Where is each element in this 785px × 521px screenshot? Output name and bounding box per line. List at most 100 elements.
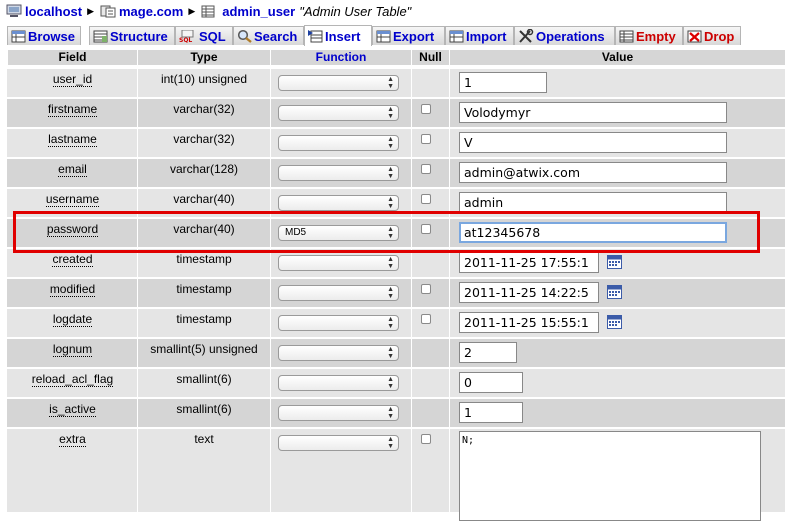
null-checkbox[interactable] (421, 194, 431, 204)
column-header-function[interactable]: Function (271, 50, 411, 65)
function-select[interactable]: ▲ ▼ (278, 255, 399, 271)
browse-icon (11, 30, 26, 42)
server-icon (6, 4, 22, 17)
tab-label: Operations (536, 28, 605, 44)
value-input[interactable]: admin (459, 192, 727, 213)
function-select[interactable]: ▲ ▼ (278, 375, 399, 391)
value-input[interactable]: 1 (459, 72, 547, 93)
export-icon (376, 30, 391, 42)
field-type: int(10) unsigned (160, 72, 248, 86)
tab-import[interactable]: Import (445, 26, 514, 45)
function-select[interactable]: MD5 ▲ ▼ (278, 225, 399, 241)
field-type: timestamp (176, 282, 232, 296)
value-input[interactable]: 0 (459, 372, 523, 393)
breadcrumb-table-link[interactable]: admin_user (222, 4, 295, 19)
import-icon (449, 30, 464, 42)
field-type: varchar(40) (173, 222, 235, 236)
breadcrumb-server-link[interactable]: localhost (25, 4, 82, 19)
table-icon (201, 5, 215, 17)
value-input[interactable]: V (459, 132, 727, 153)
tab-label: Export (393, 28, 435, 44)
table-row: reload_acl_flag smallint(6) ▲ ▼ 0 (7, 369, 785, 397)
search-icon (237, 29, 252, 43)
null-checkbox[interactable] (421, 224, 431, 234)
table-row: firstname varchar(32) ▲ ▼ Volodymyr (7, 99, 785, 127)
field-name: extra (59, 432, 86, 447)
chevron-up-down-icon: ▲ ▼ (387, 346, 394, 360)
tab-empty[interactable]: Empty (615, 26, 683, 45)
value-input[interactable]: 2011-11-25 17:55:1 (459, 252, 599, 273)
field-type: timestamp (176, 312, 232, 326)
function-select[interactable]: ▲ ▼ (278, 285, 399, 301)
tab-export[interactable]: Export (372, 26, 445, 45)
column-divider (411, 50, 412, 512)
column-divider (137, 50, 138, 512)
tab-browse[interactable]: Browse (7, 26, 81, 45)
column-divider (449, 50, 450, 512)
drop-icon (687, 30, 702, 42)
tab-drop[interactable]: Drop (683, 26, 741, 45)
chevron-up-down-icon: ▲ ▼ (387, 256, 394, 270)
chevron-up-down-icon: ▲ ▼ (387, 106, 394, 120)
function-select[interactable]: ▲ ▼ (278, 75, 399, 91)
null-checkbox[interactable] (421, 284, 431, 294)
null-checkbox[interactable] (421, 314, 431, 324)
value-textarea[interactable]: N; (459, 431, 761, 521)
function-select[interactable]: ▲ ▼ (278, 105, 399, 121)
empty-icon (619, 30, 634, 42)
value-input[interactable]: at12345678 (459, 222, 727, 243)
null-checkbox[interactable] (421, 164, 431, 174)
value-input[interactable]: admin@atwix.com (459, 162, 727, 183)
calendar-icon[interactable] (607, 315, 622, 329)
function-select[interactable]: ▲ ▼ (278, 315, 399, 331)
chevron-up-down-icon: ▲ ▼ (387, 196, 394, 210)
column-header-type: Type (138, 50, 270, 65)
tab-structure[interactable]: Structure (89, 26, 175, 45)
operations-icon (519, 29, 534, 43)
function-select[interactable]: ▲ ▼ (278, 195, 399, 211)
tab-label: SQL (199, 28, 226, 44)
tab-label: Insert (325, 28, 361, 44)
breadcrumb-database-link[interactable]: mage.com (119, 4, 183, 19)
table-row: password varchar(40) MD5 ▲ ▼ at12345678 (7, 219, 785, 247)
tab-label: Empty (636, 28, 676, 44)
table-row: is_active smallint(6) ▲ ▼ 1 (7, 399, 785, 427)
table-row: user_id int(10) unsigned ▲ ▼ 1 (7, 69, 785, 97)
null-checkbox[interactable] (421, 104, 431, 114)
chevron-up-down-icon: ▲ ▼ (387, 76, 394, 90)
table-row: lognum smallint(5) unsigned ▲ ▼ 2 (7, 339, 785, 367)
null-checkbox[interactable] (421, 134, 431, 144)
field-name: is_active (49, 402, 96, 417)
value-input[interactable]: 1 (459, 402, 523, 423)
function-select[interactable]: ▲ ▼ (278, 345, 399, 361)
tab-label: Import (466, 28, 507, 44)
calendar-icon[interactable] (607, 255, 622, 269)
value-input[interactable]: Volodymyr (459, 102, 727, 123)
field-name: logdate (52, 312, 93, 327)
field-name: modified (49, 282, 96, 297)
tab-sql[interactable]: SQL SQL (175, 26, 233, 45)
tab-label: Browse (28, 28, 75, 44)
column-header-null: Null (412, 50, 449, 65)
field-name: username (45, 192, 100, 207)
tab-search[interactable]: Search (233, 26, 304, 45)
function-select[interactable]: ▲ ▼ (278, 405, 399, 421)
insert-icon (308, 30, 323, 43)
chevron-up-down-icon: ▲ ▼ (387, 316, 394, 330)
value-input[interactable]: 2011-11-25 15:55:1 (459, 312, 599, 333)
tab-operations[interactable]: Operations (514, 26, 615, 45)
function-select[interactable]: ▲ ▼ (278, 165, 399, 181)
tab-insert[interactable]: Insert (304, 25, 372, 46)
value-input[interactable]: 2011-11-25 14:22:5 (459, 282, 599, 303)
field-type: varchar(32) (173, 102, 235, 116)
table-row: modified timestamp ▲ ▼ 2011-11-25 14:22:5 (7, 279, 785, 307)
column-header-field: Field (8, 50, 137, 65)
function-select[interactable]: ▲ ▼ (278, 135, 399, 151)
value-input[interactable]: 2 (459, 342, 517, 363)
function-select[interactable]: ▲ ▼ (278, 435, 399, 451)
calendar-icon[interactable] (607, 285, 622, 299)
null-checkbox[interactable] (421, 434, 431, 444)
structure-icon (93, 30, 108, 42)
breadcrumb-separator-icon: ▶ (188, 5, 196, 16)
field-name: lastname (48, 132, 97, 147)
